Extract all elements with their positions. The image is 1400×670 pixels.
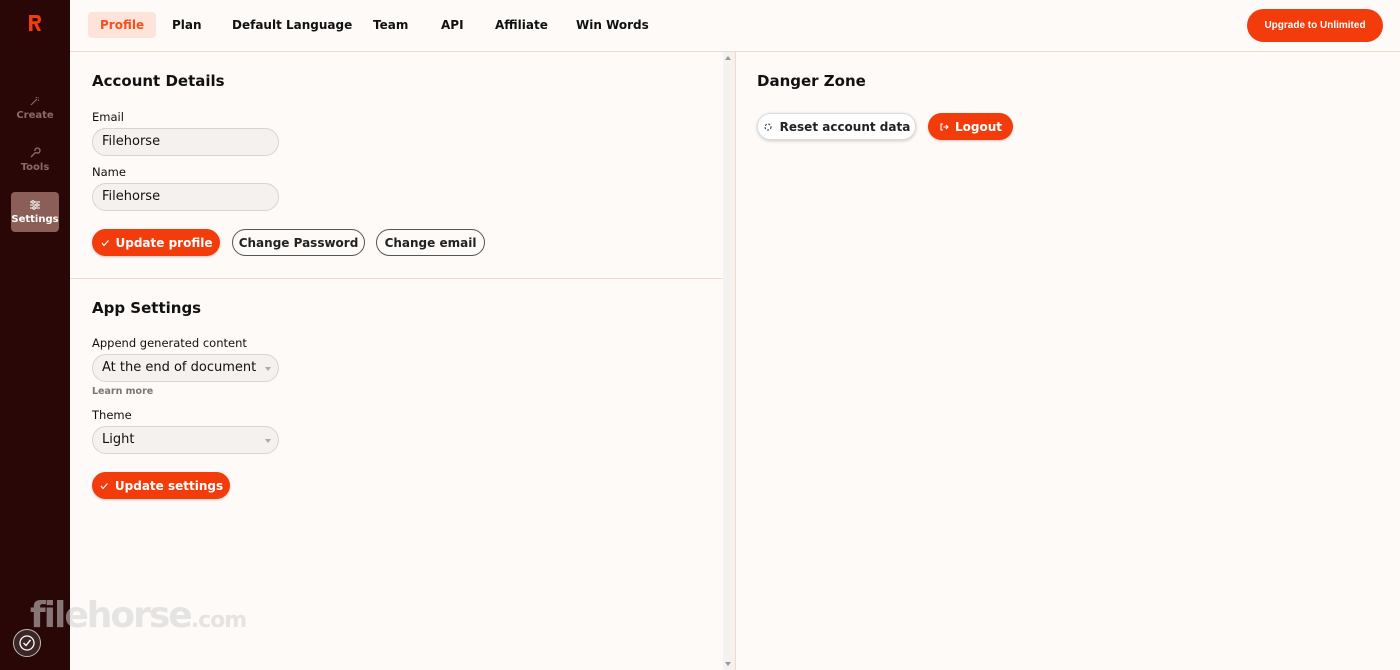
update-profile-label: Update profile: [115, 235, 213, 250]
top-nav: Profile Plan Default Language Team API A…: [70, 0, 1400, 52]
app-settings-title: App Settings: [92, 299, 202, 317]
logout-icon: [940, 122, 949, 131]
upgrade-button[interactable]: Upgrade to Unlimited: [1247, 9, 1383, 42]
scroll-down-arrow-icon[interactable]: [725, 662, 731, 666]
tab-team[interactable]: Team: [361, 12, 420, 38]
tab-win-words[interactable]: Win Words: [564, 12, 661, 38]
email-field[interactable]: Filehorse: [92, 128, 279, 156]
account-details-title: Account Details: [92, 72, 225, 90]
watermark-text: filehorse: [30, 595, 193, 636]
sidebar-item-label: Create: [16, 110, 54, 121]
app-logo-icon[interactable]: [27, 14, 43, 32]
email-label: Email: [92, 110, 124, 124]
spinner-icon: [764, 122, 772, 131]
accessibility-button[interactable]: [13, 629, 41, 657]
sidebar-item-tools[interactable]: Tools: [11, 140, 59, 180]
sidebar-item-label: Tools: [20, 162, 50, 173]
check-icon: [100, 482, 108, 489]
tab-plan[interactable]: Plan: [160, 12, 214, 38]
panel-divider: [735, 52, 736, 670]
sidebar-item-create[interactable]: Create: [11, 88, 59, 128]
scrollbar[interactable]: [723, 52, 735, 670]
tab-profile[interactable]: Profile: [88, 12, 157, 38]
check-icon: [101, 239, 109, 246]
accessibility-icon: [19, 635, 35, 651]
append-content-select[interactable]: At the end of document: [92, 354, 279, 382]
tab-affiliate[interactable]: Affiliate: [483, 12, 560, 38]
watermark-suffix: .com: [190, 608, 247, 633]
change-email-button[interactable]: Change email: [376, 229, 485, 256]
sidebar-item-settings[interactable]: Settings: [11, 192, 59, 232]
learn-more-link[interactable]: Learn more: [92, 386, 153, 397]
wand-icon: [30, 96, 40, 106]
name-field[interactable]: Filehorse: [92, 183, 279, 211]
name-label: Name: [92, 165, 126, 179]
logout-button[interactable]: Logout: [928, 113, 1013, 140]
theme-select[interactable]: Light: [92, 426, 279, 454]
reset-account-button[interactable]: Reset account data: [757, 113, 916, 140]
filehorse-watermark: filehorse.com: [30, 595, 247, 636]
tab-default-language[interactable]: Default Language: [220, 12, 364, 38]
tab-api[interactable]: API: [429, 12, 476, 38]
logout-label: Logout: [954, 119, 1002, 134]
scroll-up-arrow-icon[interactable]: [725, 56, 731, 60]
settings-panel: Account Details Email Filehorse Name Fil…: [70, 52, 723, 670]
reset-account-label: Reset account data: [779, 119, 911, 134]
section-divider: [70, 278, 723, 279]
update-profile-button[interactable]: Update profile: [92, 229, 220, 256]
sidebar-item-label: Settings: [11, 214, 59, 225]
update-settings-label: Update settings: [114, 478, 224, 493]
sliders-icon: [30, 200, 40, 210]
change-password-button[interactable]: Change Password: [232, 229, 365, 256]
wrench-icon: [30, 147, 41, 158]
danger-zone-title: Danger Zone: [757, 72, 866, 90]
theme-label: Theme: [92, 408, 132, 422]
append-content-label: Append generated content: [92, 336, 247, 350]
update-settings-button[interactable]: Update settings: [92, 472, 230, 499]
sidebar: Create Tools Settings: [0, 0, 70, 670]
